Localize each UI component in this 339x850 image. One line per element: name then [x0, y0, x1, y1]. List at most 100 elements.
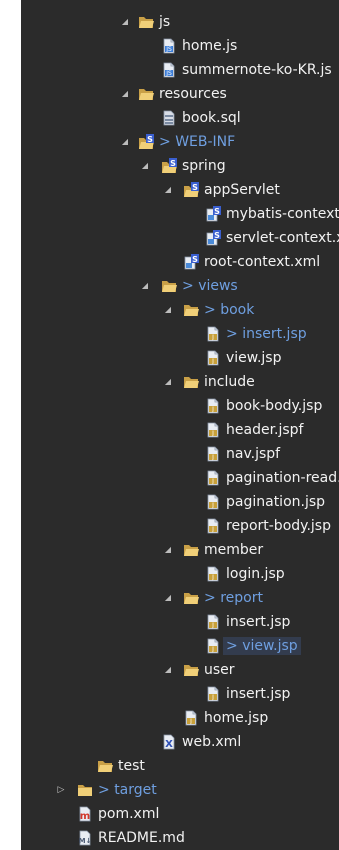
tree-item-book[interactable]: ◢ > book	[0, 298, 339, 322]
collapse-arrow-icon[interactable]: ◢	[163, 592, 173, 604]
tree-item-home-js[interactable]: JS home.js	[0, 34, 339, 58]
tree-item-label: test	[118, 757, 145, 775]
tree-item-pagination-jsp[interactable]: J pagination.jsp	[0, 490, 339, 514]
label-text: views	[198, 278, 238, 294]
tree-item-js[interactable]: ◢ js	[0, 10, 339, 34]
tree-item-label: root-context.xml	[204, 253, 320, 271]
tree-item-views[interactable]: ◢ > views	[0, 274, 339, 298]
tree-item-spring[interactable]: ◢ S spring	[0, 154, 339, 178]
spring-folder-icon: S	[138, 134, 154, 150]
collapse-arrow-icon[interactable]: ◢	[163, 184, 173, 196]
tree-item-user[interactable]: ◢ user	[0, 658, 339, 682]
label-text: mybatis-context.xml	[226, 206, 339, 222]
svg-text:S: S	[170, 159, 176, 168]
tree-item-label: pagination.jsp	[226, 493, 325, 511]
jsp-file-icon: J	[205, 350, 221, 366]
tree-item-pagination-read-jsp[interactable]: J pagination-read.jsp	[0, 466, 339, 490]
collapse-arrow-icon[interactable]: ◢	[163, 664, 173, 676]
collapse-arrow-icon[interactable]: ◢	[120, 16, 130, 28]
tree-item-web-xml[interactable]: X web.xml	[0, 730, 339, 754]
tree-item-label: > views	[182, 277, 238, 295]
spring-xml-icon: S	[205, 230, 221, 246]
tree-item-mybatis-context-xml[interactable]: S mybatis-context.xml	[0, 202, 339, 226]
tree-item-label: nav.jspf	[226, 445, 280, 463]
tree-item-label: report-body.jsp	[226, 517, 331, 535]
tree-item-resources[interactable]: ◢ resources	[0, 82, 339, 106]
svg-text:J: J	[211, 406, 214, 413]
tree-item-label: > report	[204, 589, 263, 607]
tree-item-insert-jsp[interactable]: J > insert.jsp	[0, 322, 339, 346]
svg-text:J: J	[211, 334, 214, 341]
tree-item-home-jsp[interactable]: J home.jsp	[0, 706, 339, 730]
collapse-arrow-icon[interactable]: ◢	[120, 88, 130, 100]
collapse-arrow-icon[interactable]: ◢	[140, 160, 150, 172]
tree-item-readme-md[interactable]: M↓ README.md	[0, 826, 339, 850]
tree-item-report-body-jsp[interactable]: J report-body.jsp	[0, 514, 339, 538]
tree-item-label: pom.xml	[98, 805, 159, 823]
tree-item-appservlet[interactable]: ◢ S appServlet	[0, 178, 339, 202]
label-text: book.sql	[182, 110, 241, 126]
svg-text:J: J	[211, 502, 214, 509]
collapse-arrow-icon[interactable]: ◢	[163, 544, 173, 556]
tree-item-nav-jspf[interactable]: J nav.jspf	[0, 442, 339, 466]
label-text: report-body.jsp	[226, 518, 331, 534]
tree-item-book-sql[interactable]: book.sql	[0, 106, 339, 130]
svg-text:JS: JS	[165, 46, 172, 53]
tree-item-insert-jsp[interactable]: J insert.jsp	[0, 682, 339, 706]
tree-item-root-context-xml[interactable]: S root-context.xml	[0, 250, 339, 274]
tree-item-summernote-ko-kr-js[interactable]: JS summernote-ko-KR.js	[0, 58, 339, 82]
tree-item-pom-xml[interactable]: m pom.xml	[0, 802, 339, 826]
spring-xml-icon: S	[183, 254, 199, 270]
label-text: pagination-read.jsp	[226, 470, 339, 486]
label-text: summernote-ko-KR.js	[182, 62, 332, 78]
tree-item-book-body-jsp[interactable]: J book-body.jsp	[0, 394, 339, 418]
svg-text:X: X	[165, 739, 173, 750]
tree-item-label: insert.jsp	[226, 613, 290, 631]
jsp-file-icon: J	[205, 470, 221, 486]
label-text: view.jsp	[226, 350, 282, 366]
label-text: spring	[182, 158, 226, 174]
svg-text:J: J	[211, 526, 214, 533]
tree-item-label: book-body.jsp	[226, 397, 322, 415]
tree-item-header-jspf[interactable]: J header.jspf	[0, 418, 339, 442]
label-text: servlet-context.xml	[226, 230, 339, 246]
dirty-marker: >	[204, 590, 221, 606]
svg-text:JS: JS	[165, 70, 172, 77]
folder-icon	[97, 758, 113, 774]
expand-arrow-icon[interactable]: ▷	[56, 784, 66, 796]
label-text: nav.jspf	[226, 446, 281, 462]
collapse-arrow-icon[interactable]: ◢	[120, 136, 130, 148]
svg-text:S: S	[214, 231, 220, 240]
dirty-marker: >	[226, 326, 243, 342]
tree-item-test[interactable]: test	[0, 754, 339, 778]
folder-icon	[183, 590, 199, 606]
dirty-marker: >	[159, 134, 176, 150]
label-text: login.jsp	[226, 566, 285, 582]
tree-item-member[interactable]: ◢ member	[0, 538, 339, 562]
collapse-arrow-icon[interactable]: ◢	[163, 304, 173, 316]
tree-item-view-jsp[interactable]: J view.jsp	[0, 346, 339, 370]
tree-item-target[interactable]: ▷ > target	[0, 778, 339, 802]
tree-item-insert-jsp[interactable]: J insert.jsp	[0, 610, 339, 634]
svg-text:J: J	[211, 622, 214, 629]
collapse-arrow-icon[interactable]: ◢	[163, 376, 173, 388]
tree-item-web-inf[interactable]: ◢ S > WEB-INF	[0, 130, 339, 154]
folder-icon	[183, 302, 199, 318]
tree-item-label: > insert.jsp	[226, 325, 307, 343]
tree-item-servlet-context-xml[interactable]: S servlet-context.xml	[0, 226, 339, 250]
tree-item-login-jsp[interactable]: J login.jsp	[0, 562, 339, 586]
label-text: test	[118, 758, 145, 774]
tree-item-label: include	[204, 373, 255, 391]
collapse-arrow-icon[interactable]: ◢	[140, 280, 150, 292]
tree-item-include[interactable]: ◢ include	[0, 370, 339, 394]
svg-text:J: J	[211, 694, 214, 701]
tree-item-report[interactable]: ◢ > report	[0, 586, 339, 610]
tree-item-label: view.jsp	[226, 349, 281, 367]
tree-item-view-jsp[interactable]: J > view.jsp	[0, 634, 339, 658]
label-text: home.js	[182, 38, 238, 54]
spring-xml-icon: S	[205, 206, 221, 222]
svg-text:J: J	[211, 646, 214, 653]
tree-item-label: resources	[159, 85, 227, 103]
tree-item-label: home.js	[182, 37, 237, 55]
tree-item-label: spring	[182, 157, 226, 175]
